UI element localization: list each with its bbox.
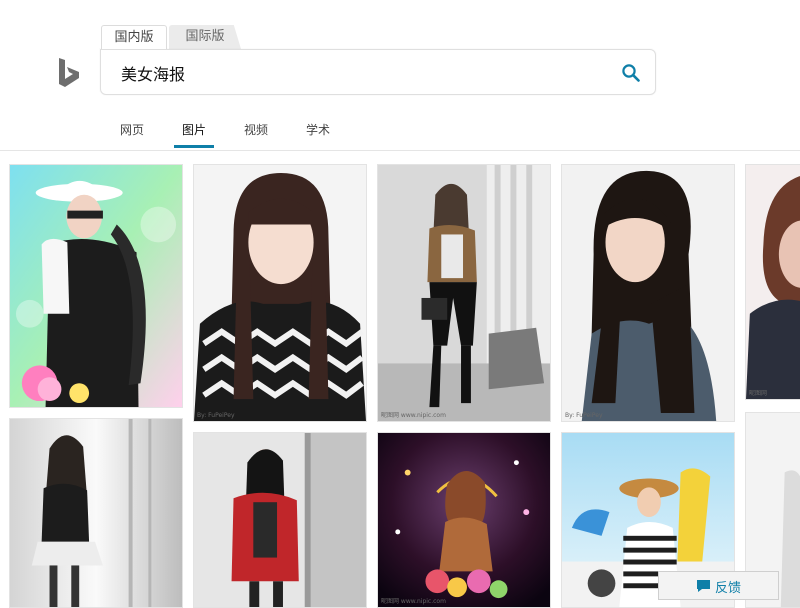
search-icon[interactable] <box>621 63 641 83</box>
image-result[interactable] <box>193 432 367 608</box>
search-input[interactable] <box>121 60 601 86</box>
feedback-button[interactable]: 反馈 <box>658 571 779 600</box>
image-result[interactable]: 昵图网 <box>745 164 800 400</box>
tab-domestic[interactable]: 国内版 <box>101 25 167 49</box>
vertical-nav: 网页 图片 视频 学术 <box>0 112 800 151</box>
bing-logo-icon[interactable] <box>56 57 82 89</box>
image-result[interactable]: By: FuPeiPey <box>561 164 735 422</box>
image-result[interactable]: 昵图网 www.nipic.com <box>377 164 551 422</box>
nav-item-web[interactable]: 网页 <box>120 121 144 148</box>
image-watermark: 昵图网 www.nipic.com <box>381 598 446 605</box>
image-result[interactable] <box>9 164 183 408</box>
image-result[interactable]: 昵图网 www.nipic.com <box>377 432 551 608</box>
nav-item-academic[interactable]: 学术 <box>306 121 330 148</box>
feedback-label: 反馈 <box>715 581 742 596</box>
image-watermark: By: FuPeiPey <box>197 412 235 419</box>
nav-item-videos[interactable]: 视频 <box>244 121 268 148</box>
image-watermark: 昵图网 <box>749 390 768 397</box>
image-result[interactable] <box>9 418 183 608</box>
image-watermark: By: FuPeiPey <box>565 412 603 419</box>
nav-item-images[interactable]: 图片 <box>173 121 215 148</box>
image-watermark: 昵图网 www.nipic.com <box>381 412 446 419</box>
chat-bubble-icon <box>697 580 710 592</box>
tab-international[interactable]: 国际版 <box>169 25 241 49</box>
search-box <box>100 49 656 95</box>
image-result[interactable]: By: FuPeiPey <box>193 164 367 422</box>
